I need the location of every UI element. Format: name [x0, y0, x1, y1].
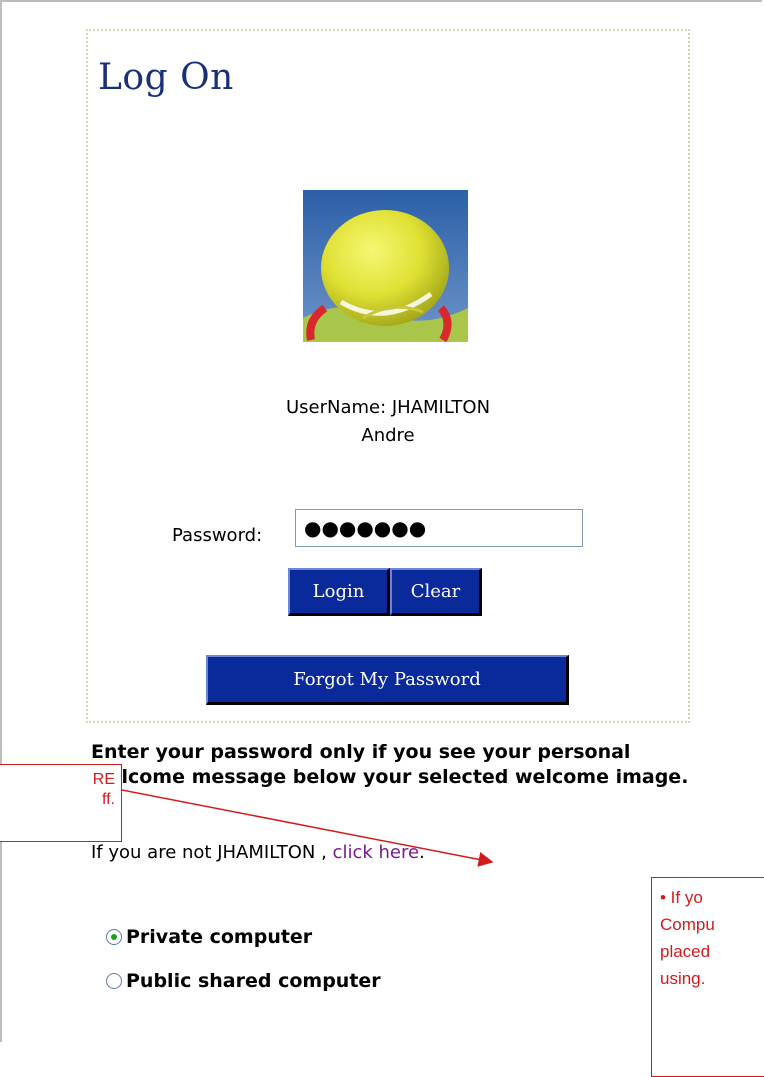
- callout-right-line: Compu: [660, 915, 715, 934]
- forgot-password-button[interactable]: Forgot My Password: [206, 655, 569, 705]
- tennis-ball-image: [303, 190, 468, 342]
- callout-right-line: • If yo: [660, 888, 703, 907]
- clear-button[interactable]: Clear: [390, 568, 482, 616]
- click-here-link[interactable]: click here: [333, 842, 420, 863]
- callout-right-line: using.: [660, 969, 706, 988]
- callout-left-line2: ff.: [101, 791, 115, 808]
- page-title: Log On: [98, 57, 234, 98]
- instructions-text: Enter your password only if you see your…: [91, 741, 689, 788]
- private-computer-label: Private computer: [126, 926, 313, 948]
- not-user-suffix: .: [419, 842, 425, 863]
- callout-left-line1: RE: [92, 771, 115, 788]
- callout-left: RE ff.: [0, 764, 122, 842]
- callout-right-line: placed: [660, 942, 711, 961]
- private-computer-option[interactable]: Private computer: [106, 926, 312, 948]
- not-user-prefix: If you are not JHAMILTON ,: [91, 842, 333, 863]
- radio-unchecked-icon[interactable]: [106, 973, 122, 989]
- logon-panel: Log On UserName: JHAMILTON Andre Passwor…: [86, 29, 690, 723]
- radio-checked-icon[interactable]: [106, 929, 122, 945]
- not-user-line: If you are not JHAMILTON , click here.: [91, 842, 425, 863]
- public-computer-label: Public shared computer: [126, 970, 381, 992]
- callout-right: • If yo Compu placed using.: [651, 877, 764, 1077]
- display-name-text: Andre: [361, 425, 415, 446]
- password-field[interactable]: [295, 509, 583, 547]
- public-computer-option[interactable]: Public shared computer: [106, 970, 381, 992]
- login-button[interactable]: Login: [288, 568, 390, 616]
- username-text: UserName: JHAMILTON: [285, 397, 491, 418]
- password-label: Password:: [172, 525, 263, 546]
- welcome-image: [303, 190, 468, 342]
